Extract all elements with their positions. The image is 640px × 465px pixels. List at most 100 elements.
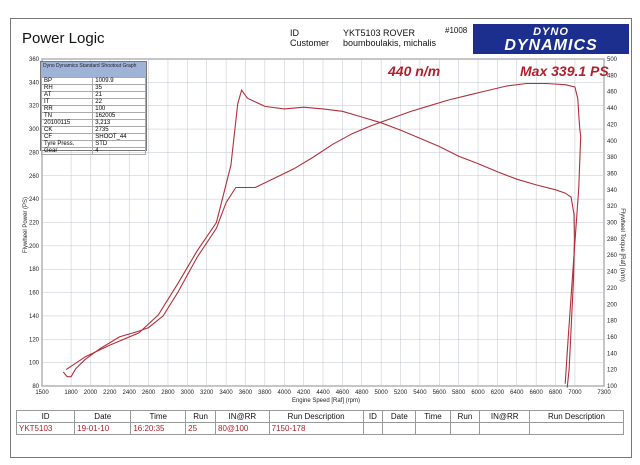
y-right-tick-label: 300: [607, 221, 618, 227]
run-table-cell: 80@100: [215, 422, 270, 435]
y-left-tick-label: 260: [29, 174, 40, 180]
x-tick-label: 3600: [239, 390, 253, 396]
info-key: Tyre Press.: [40, 140, 94, 148]
y-right-tick-label: 420: [607, 122, 618, 128]
info-value: 35: [92, 84, 146, 92]
run-table-cell: 25: [185, 422, 216, 435]
run-table-header-cell: IN@RR: [479, 410, 530, 423]
x-tick-label: 3000: [181, 390, 195, 396]
x-tick-label: 3200: [200, 390, 214, 396]
run-table-cell: [449, 422, 481, 435]
run-table-header-cell: Date: [382, 410, 417, 423]
run-table-header-cell: Run Description: [268, 410, 364, 423]
info-row: AT 21: [40, 91, 146, 99]
y-right-axis-ticks: 100 120 140 160 180 200 220 240 260 280 300 320 340 3…: [607, 57, 618, 390]
x-tick-label: 1800: [64, 390, 78, 396]
info-row: RH 35: [40, 84, 146, 92]
info-row: RR 100: [40, 105, 146, 113]
x-tick-label: 2400: [123, 390, 137, 396]
run-table-header-cell: Run: [449, 410, 481, 423]
run-table-header-cell: Time: [415, 410, 451, 423]
y-right-tick-label: 260: [607, 253, 618, 259]
y-right-tick-label: 320: [607, 204, 618, 210]
info-key: BP: [40, 77, 94, 85]
y-left-tick-label: 240: [29, 197, 40, 203]
info-key: Gear: [40, 147, 94, 155]
info-row: Gear 4: [40, 147, 146, 155]
x-tick-label: 7300: [597, 390, 611, 396]
info-value: 3,213: [92, 119, 146, 127]
x-tick-label: 4600: [336, 390, 350, 396]
power-annotation: Max 339.1 PS: [520, 63, 609, 79]
torque-annotation: 440 n/m: [388, 63, 441, 79]
x-tick-label: 3400: [219, 390, 233, 396]
run-table-cell: [528, 422, 625, 435]
y-right-tick-label: 100: [607, 384, 618, 390]
run-table-cell: 7150-178: [268, 422, 364, 435]
y-left-tick-label: 180: [29, 267, 40, 273]
y-right-tick-label: 460: [607, 90, 618, 96]
run-table-cell: YKT5103: [15, 422, 76, 435]
run-table-header-cell: IN@RR: [215, 410, 270, 423]
y-right-tick-label: 160: [607, 335, 618, 341]
info-key: AT: [40, 91, 94, 99]
y-left-tick-label: 220: [29, 221, 40, 227]
info-value: 22: [92, 98, 146, 106]
x-tick-label: 6800: [549, 390, 563, 396]
x-tick-label: 2600: [142, 390, 156, 396]
run-table-cell: [362, 422, 384, 435]
info-row: CF SHOOT_44: [40, 133, 146, 141]
y-right-tick-label: 140: [607, 351, 618, 357]
x-tick-label: 6000: [471, 390, 485, 396]
y-right-tick-label: 220: [607, 286, 618, 292]
y-left-tick-label: 120: [29, 337, 40, 343]
x-tick-label: 5600: [433, 390, 447, 396]
x-tick-label: 4400: [316, 390, 330, 396]
run-table-row: YKT5103 19-01-10 16:20:35 25 80@100 7150-178: [15, 422, 625, 435]
info-row: IT 22: [40, 98, 146, 106]
info-row: BP 1009.9: [40, 77, 146, 85]
info-value: STD: [92, 140, 146, 148]
shootout-info-box: Dyno Dynamics Standard Shootout Graph BP…: [40, 61, 147, 155]
info-value: SHOOT_44: [92, 133, 146, 141]
y-right-tick-label: 120: [607, 368, 618, 374]
run-table-header-cell: Run: [185, 410, 216, 423]
x-tick-label: 4200: [297, 390, 311, 396]
y-left-tick-label: 100: [29, 361, 40, 367]
info-box-title: Dyno Dynamics Standard Shootout Graph: [41, 62, 146, 77]
info-value: 2735: [92, 126, 146, 134]
y-left-tick-label: 200: [29, 244, 40, 250]
run-table-cell: [382, 422, 417, 435]
x-axis-label: Engine Speed [Raf] (rpm): [292, 398, 360, 404]
x-tick-label: 2000: [84, 390, 98, 396]
run-table: ID Date Time Run IN@RR Run Description ID Date T…: [15, 410, 625, 435]
y-left-tick-label: 160: [29, 291, 40, 297]
run-table-cell: [479, 422, 530, 435]
run-table-header-cell: Date: [74, 410, 132, 423]
y-right-axis-label: Flywheel Torque [Raf] (n/m): [619, 208, 625, 282]
y-left-tick-label: 280: [29, 150, 40, 156]
x-tick-label: 6400: [510, 390, 524, 396]
x-tick-label: 5200: [394, 390, 408, 396]
y-left-axis-ticks: 80 100 120 140 160 180 200 220 240 260 280 300 320 34…: [29, 57, 40, 390]
run-table-header: ID Date Time Run IN@RR Run Description ID Date T…: [15, 410, 625, 423]
run-table-cell: 16:20:35: [130, 422, 187, 435]
info-row: 20100115 3,213: [40, 119, 146, 127]
x-tick-label: 5800: [452, 390, 466, 396]
info-table: BP 1009.9 RH 35 AT 21 IT 22 RR 100 TN 162005 2010011…: [40, 77, 146, 155]
y-right-tick-label: 360: [607, 171, 618, 177]
x-tick-label: 4000: [278, 390, 292, 396]
info-value: 162005: [92, 112, 146, 120]
run-table-header-cell: Time: [130, 410, 187, 423]
info-key: 20100115: [40, 119, 94, 127]
x-tick-label: 6600: [529, 390, 543, 396]
y-right-tick-label: 240: [607, 270, 618, 276]
y-left-axis-label: Flywheel Power (PS): [23, 197, 29, 253]
x-tick-label: 7000: [568, 390, 582, 396]
info-row: CK 2735: [40, 126, 146, 134]
run-table-cell: [415, 422, 451, 435]
y-left-tick-label: 300: [29, 127, 40, 133]
y-left-tick-label: 360: [29, 57, 40, 63]
run-table-header-cell: Run Description: [528, 410, 625, 423]
info-key: RH: [40, 84, 94, 92]
